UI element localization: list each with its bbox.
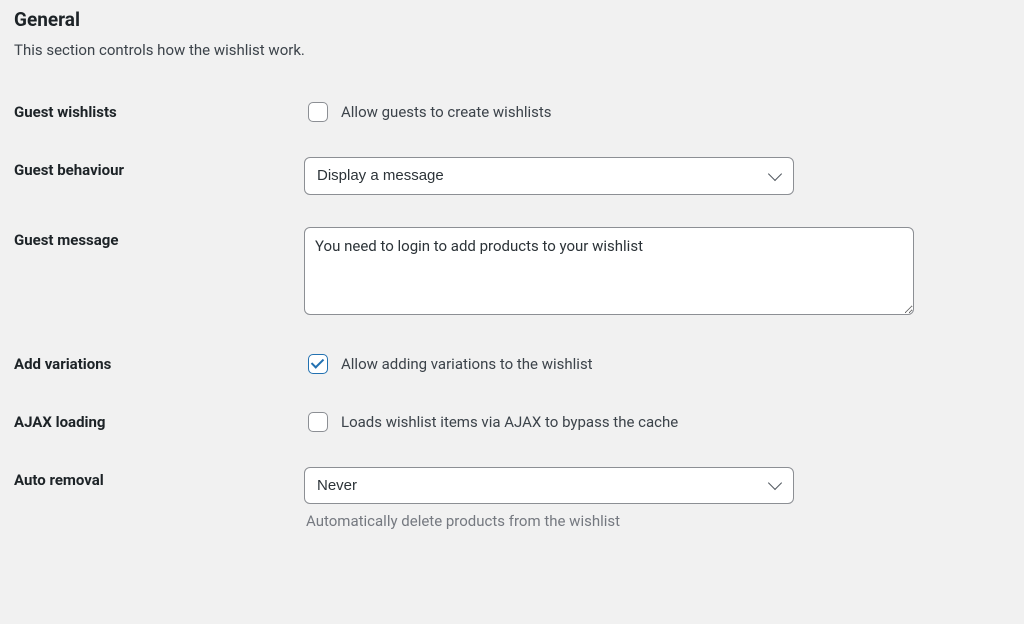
section-title: General xyxy=(14,8,1010,31)
select-guest-behaviour[interactable]: Display a message xyxy=(304,157,794,195)
field-label-auto-removal: Auto removal xyxy=(14,451,304,547)
field-row-guest-message: Guest message xyxy=(14,211,1010,335)
field-row-add-variations: Add variations Allow adding variations t… xyxy=(14,335,1010,393)
field-label-guest-wishlists: Guest wishlists xyxy=(14,83,304,141)
select-auto-removal[interactable]: Never xyxy=(304,467,794,505)
settings-section-general: General This section controls how the wi… xyxy=(0,0,1024,566)
checkbox-label-add-variations: Allow adding variations to the wishlist xyxy=(341,355,593,373)
checkbox-add-variations[interactable] xyxy=(308,354,328,374)
checkbox-label-guest-wishlists: Allow guests to create wishlists xyxy=(341,103,552,121)
checkbox-wrap-add-variations[interactable]: Allow adding variations to the wishlist xyxy=(304,351,1010,377)
field-label-ajax-loading: AJAX loading xyxy=(14,393,304,451)
field-row-ajax-loading: AJAX loading Loads wishlist items via AJ… xyxy=(14,393,1010,451)
checkbox-wrap-ajax-loading[interactable]: Loads wishlist items via AJAX to bypass … xyxy=(304,409,1010,435)
textarea-guest-message[interactable] xyxy=(304,227,914,315)
select-wrap-guest-behaviour: Display a message xyxy=(304,157,794,195)
field-row-guest-wishlists: Guest wishlists Allow guests to create w… xyxy=(14,83,1010,141)
checkbox-wrap-guest-wishlists[interactable]: Allow guests to create wishlists xyxy=(304,99,1010,125)
help-text-auto-removal: Automatically delete products from the w… xyxy=(306,512,1010,530)
field-row-guest-behaviour: Guest behaviour Display a message xyxy=(14,141,1010,211)
select-wrap-auto-removal: Never xyxy=(304,467,794,505)
checkbox-ajax-loading[interactable] xyxy=(308,412,328,432)
checkbox-label-ajax-loading: Loads wishlist items via AJAX to bypass … xyxy=(341,413,678,431)
field-label-add-variations: Add variations xyxy=(14,335,304,393)
checkbox-guest-wishlists[interactable] xyxy=(308,102,328,122)
field-label-guest-message: Guest message xyxy=(14,211,304,335)
section-description: This section controls how the wishlist w… xyxy=(14,41,1010,59)
settings-form-table: Guest wishlists Allow guests to create w… xyxy=(14,83,1010,546)
field-row-auto-removal: Auto removal Never Automatically delete … xyxy=(14,451,1010,547)
field-label-guest-behaviour: Guest behaviour xyxy=(14,141,304,211)
